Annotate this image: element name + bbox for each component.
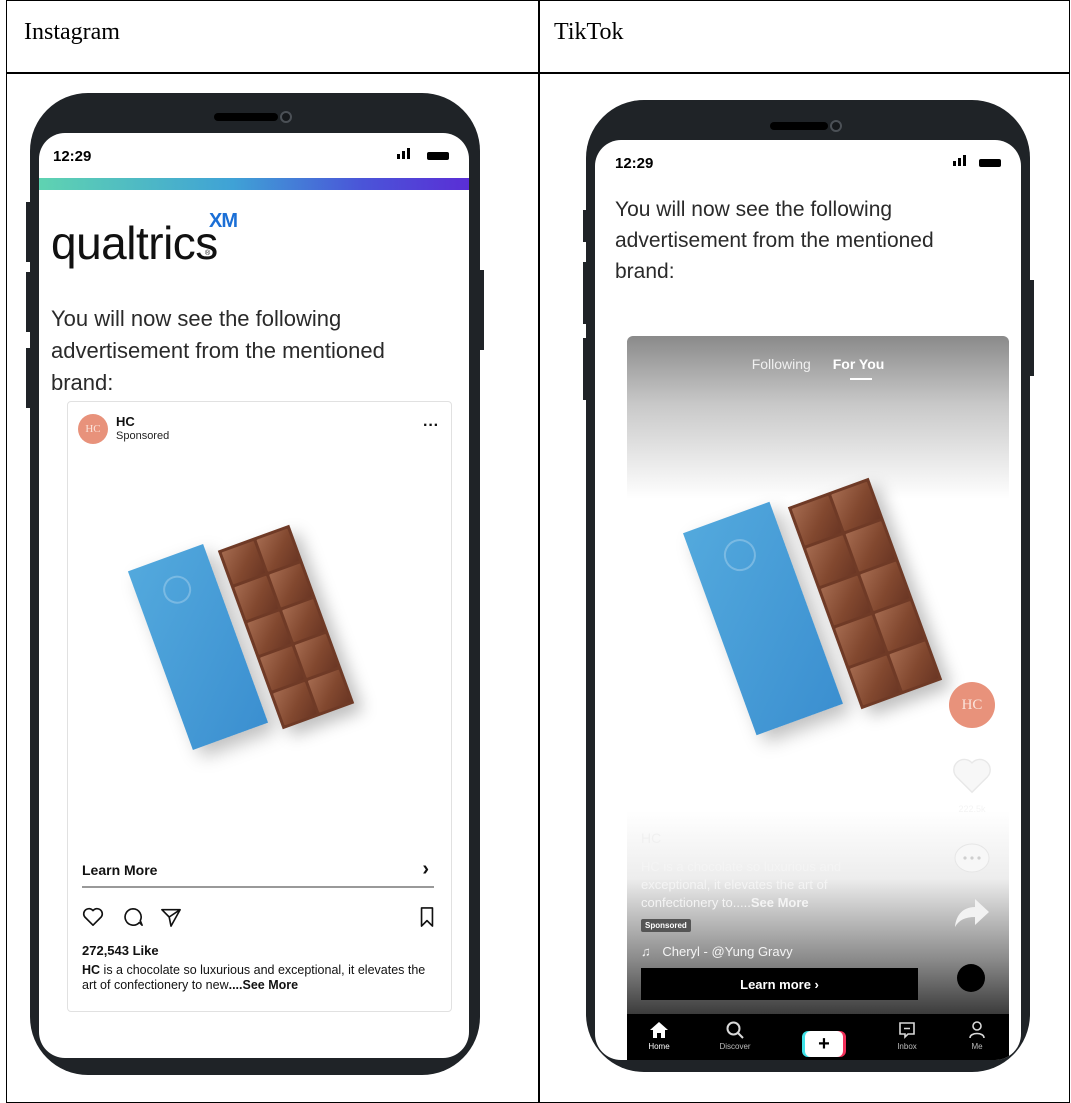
active-tab-indicator bbox=[850, 378, 872, 380]
nav-inbox[interactable]: Inbox bbox=[877, 1020, 937, 1051]
like-count: 222.5k bbox=[958, 804, 986, 814]
tiktok-phone-frame: 12:29 You will now see the following adv… bbox=[586, 100, 1030, 1072]
music-disc-icon[interactable] bbox=[957, 964, 985, 992]
brand-avatar-text: HC bbox=[85, 423, 101, 435]
survey-intro-text: You will now see the following advertise… bbox=[51, 306, 385, 395]
video-caption: HC is a chocolate so luxurious and excep… bbox=[641, 858, 881, 912]
feed-tabs: Following For You bbox=[627, 356, 1009, 372]
brand-avatar[interactable]: HC bbox=[78, 414, 108, 444]
share-icon[interactable] bbox=[160, 907, 182, 927]
phone-speaker bbox=[770, 122, 828, 130]
survey-intro-text: You will now see the following advertise… bbox=[615, 198, 934, 283]
nav-home-label: Home bbox=[648, 1042, 670, 1051]
creator-avatar-text: HC bbox=[961, 696, 983, 713]
product-image bbox=[677, 466, 967, 766]
tab-for-you[interactable]: For You bbox=[833, 356, 885, 372]
instagram-phone-frame: 12:29 qualtrics XM ® You will now see th… bbox=[30, 93, 480, 1075]
tiktok-phone-screen: 12:29 You will now see the following adv… bbox=[595, 140, 1021, 1060]
heart-icon[interactable] bbox=[82, 907, 104, 927]
sponsored-badge: Sponsored bbox=[641, 919, 691, 932]
status-bar: 12:29 bbox=[39, 133, 469, 175]
column-divider bbox=[538, 1, 540, 1102]
status-time: 12:29 bbox=[615, 155, 654, 172]
see-more-link[interactable]: See More bbox=[751, 895, 809, 910]
home-icon bbox=[650, 1022, 668, 1038]
inbox-icon bbox=[899, 1022, 915, 1039]
nav-discover-label: Discover bbox=[719, 1042, 751, 1051]
nav-me[interactable]: Me bbox=[947, 1020, 1007, 1051]
like-count: 272,543 Like bbox=[82, 943, 159, 958]
product-seal bbox=[159, 571, 196, 608]
qualtrics-logo: qualtrics XM ® bbox=[51, 210, 238, 270]
status-bar: 12:29 bbox=[595, 140, 1021, 182]
learn-more-button[interactable]: Learn more › bbox=[641, 968, 918, 1000]
phone-camera bbox=[280, 111, 292, 123]
search-icon bbox=[726, 1021, 744, 1039]
music-track[interactable]: Cheryl - @Yung Gravy bbox=[662, 944, 792, 959]
signal-icon bbox=[953, 155, 966, 166]
qualtrics-logo-registered: ® bbox=[205, 250, 210, 257]
qualtrics-logo-wordmark: qualtrics bbox=[51, 217, 218, 269]
profile-icon bbox=[969, 1021, 985, 1039]
brand-gradient-strip bbox=[39, 178, 469, 190]
phone-speaker bbox=[214, 113, 278, 121]
learn-more-link[interactable]: Learn More bbox=[82, 862, 157, 878]
product-seal bbox=[719, 534, 761, 576]
nav-me-label: Me bbox=[971, 1042, 983, 1051]
comment-icon[interactable] bbox=[122, 907, 144, 927]
comment-icon[interactable] bbox=[952, 841, 992, 877]
post-brand-name[interactable]: HC bbox=[116, 414, 135, 429]
music-row: ♫ Cheryl - @Yung Gravy bbox=[641, 944, 793, 959]
signal-icon bbox=[397, 148, 410, 159]
tiktok-ad-video: Following For You HC HC is a chocolate s… bbox=[627, 336, 1009, 1014]
video-author[interactable]: HC bbox=[641, 830, 661, 846]
post-caption: HC is a chocolate so luxurious and excep… bbox=[82, 963, 442, 993]
instagram-phone-screen: 12:29 qualtrics XM ® You will now see th… bbox=[39, 133, 469, 1058]
header-divider bbox=[7, 72, 1069, 74]
battery-icon bbox=[427, 152, 449, 160]
nav-inbox-label: Inbox bbox=[897, 1042, 917, 1051]
sponsored-label: Sponsored bbox=[116, 430, 170, 442]
heart-icon[interactable] bbox=[951, 756, 993, 794]
instagram-ad-post: HC HC Sponsored ··· Learn More › 272,543… bbox=[67, 401, 452, 1012]
caption-brand: HC bbox=[82, 963, 101, 977]
video-caption-text: HC is a chocolate so luxurious and excep… bbox=[641, 859, 842, 910]
share-arrow-icon[interactable] bbox=[953, 896, 991, 930]
nav-discover[interactable]: Discover bbox=[705, 1020, 765, 1051]
status-time: 12:29 bbox=[53, 148, 92, 165]
product-image bbox=[127, 512, 398, 772]
divider bbox=[82, 886, 434, 888]
phone-camera bbox=[830, 120, 842, 132]
see-more-link[interactable]: ....See More bbox=[229, 978, 298, 992]
bottom-navigation: Home Discover + Inbox Me bbox=[627, 1014, 1009, 1060]
battery-icon bbox=[979, 159, 1001, 167]
nav-home[interactable]: Home bbox=[629, 1020, 689, 1051]
tiktok-column-header: TikTok bbox=[554, 19, 624, 45]
creator-avatar[interactable]: HC bbox=[949, 682, 995, 728]
tab-following[interactable]: Following bbox=[752, 356, 811, 372]
chevron-right-icon[interactable]: › bbox=[422, 858, 429, 881]
create-post-button[interactable]: + bbox=[805, 1031, 843, 1057]
more-options-icon[interactable]: ··· bbox=[423, 417, 439, 435]
instagram-column-header: Instagram bbox=[24, 19, 120, 45]
bookmark-icon[interactable] bbox=[419, 907, 435, 927]
qualtrics-logo-xm: XM bbox=[209, 210, 238, 232]
music-note-icon: ♫ bbox=[641, 944, 651, 959]
